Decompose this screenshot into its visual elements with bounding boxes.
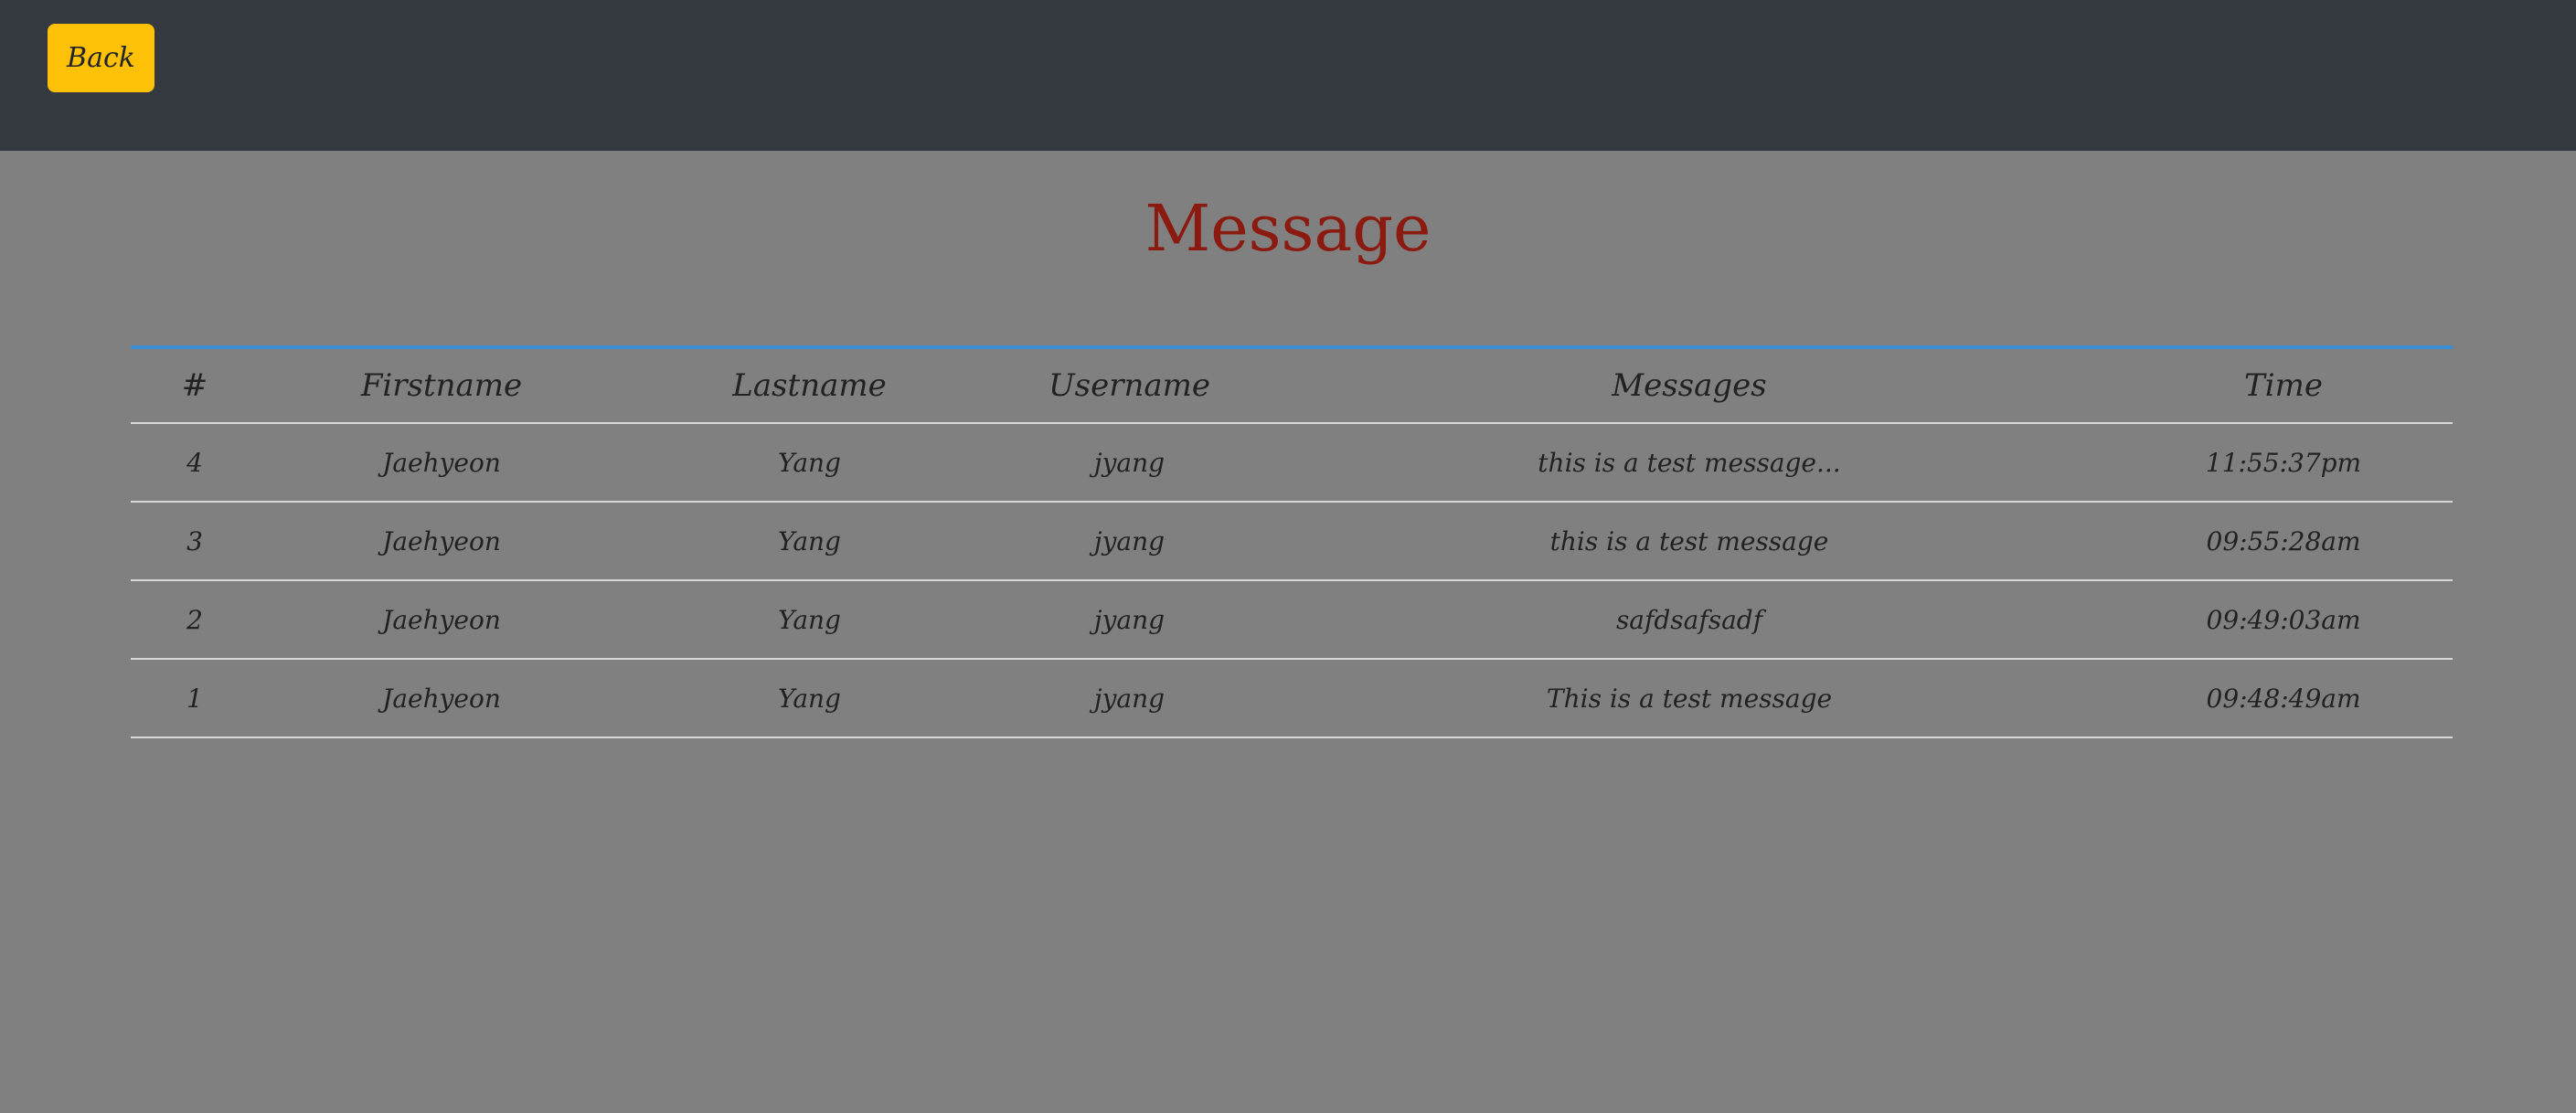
table-row: 3 Jaehyeon Yang jyang this is a test mes… [131,502,2453,581]
column-header-firstname: Firstname [259,347,624,424]
cell-username: jyang [995,423,1264,503]
cell-message: this is a test message [1264,502,2114,581]
cell-lastname: Yang [624,580,995,660]
cell-number: 2 [131,580,259,660]
cell-username: jyang [995,659,1264,738]
column-header-lastname: Lastname [624,347,995,424]
cell-username: jyang [995,580,1264,660]
back-button[interactable]: Back [48,24,154,92]
page-title: Message [1144,191,1432,266]
cell-time: 09:48:49am [2114,659,2453,738]
cell-time: 09:49:03am [2114,580,2453,660]
cell-firstname: Jaehyeon [259,580,624,660]
column-header-username: Username [995,347,1264,424]
table-row: 1 Jaehyeon Yang jyang This is a test mes… [131,659,2453,738]
cell-number: 4 [131,423,259,503]
cell-username: jyang [995,502,1264,581]
column-header-number: # [131,347,259,424]
table-header: # Firstname Lastname Username Messages T… [131,347,2453,424]
table-row: 4 Jaehyeon Yang jyang this is a test mes… [131,423,2453,503]
cell-firstname: Jaehyeon [259,502,624,581]
column-header-messages: Messages [1264,347,2114,424]
table-header-row: # Firstname Lastname Username Messages T… [131,347,2453,424]
top-navbar: Back [0,0,2576,151]
cell-message: this is a test message... [1264,423,2114,503]
table-body: 4 Jaehyeon Yang jyang this is a test mes… [131,423,2453,738]
cell-firstname: Jaehyeon [259,659,624,738]
cell-number: 1 [131,659,259,738]
cell-lastname: Yang [624,423,995,503]
cell-message: safdsafsadf [1264,580,2114,660]
cell-time: 09:55:28am [2114,502,2453,581]
column-header-time: Time [2114,347,2453,424]
cell-message: This is a test message [1264,659,2114,738]
cell-lastname: Yang [624,659,995,738]
table-row: 2 Jaehyeon Yang jyang safdsafsadf 09:49:… [131,580,2453,660]
messages-table: # Firstname Lastname Username Messages T… [131,345,2453,738]
cell-time: 11:55:37pm [2114,423,2453,503]
cell-lastname: Yang [624,502,995,581]
messages-table-container: # Firstname Lastname Username Messages T… [131,345,2453,738]
cell-firstname: Jaehyeon [259,423,624,503]
cell-number: 3 [131,502,259,581]
